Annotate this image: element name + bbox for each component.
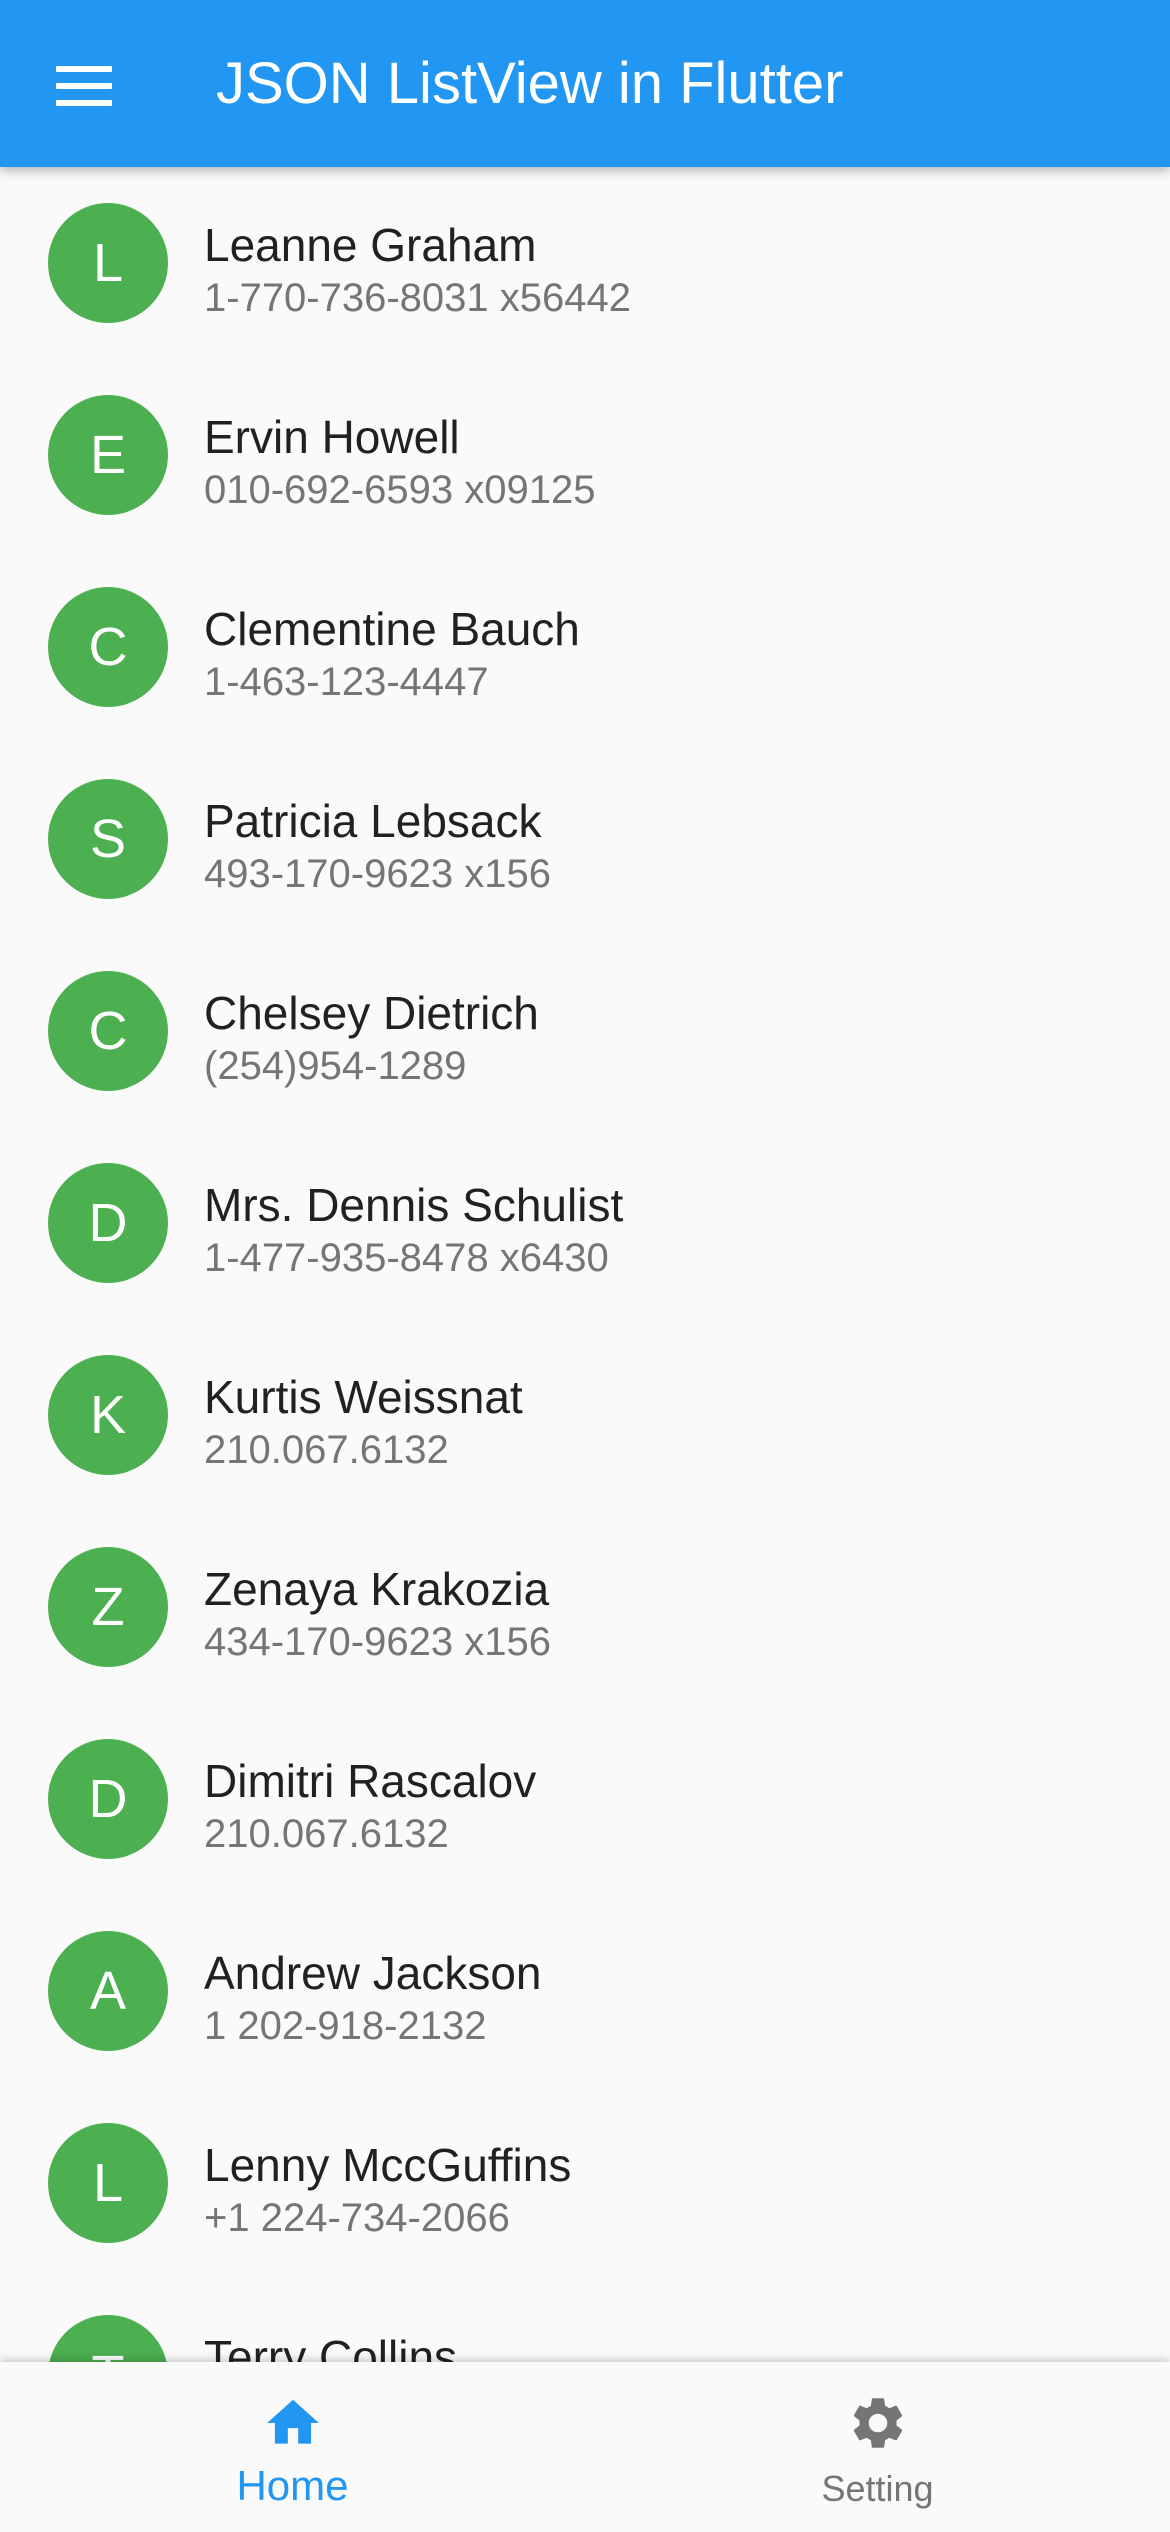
contact-phone: 010-692-6593 x09125 (204, 468, 596, 512)
avatar: C (48, 587, 168, 707)
nav-label-home: Home (236, 2462, 349, 2509)
list-item[interactable]: C Clementine Bauch 1-463-123-4447 (0, 551, 1170, 743)
bottom-navigation: Home Setting (0, 2362, 1170, 2532)
avatar: Z (48, 1547, 168, 1667)
contact-name: Andrew Jackson (204, 1947, 542, 1999)
contact-name: Leanne Graham (204, 219, 537, 271)
contact-name: Patricia Lebsack (204, 795, 542, 847)
avatar: A (48, 1931, 168, 2051)
nav-item-home[interactable]: Home (0, 2362, 585, 2532)
list-item[interactable]: D Dimitri Rascalov 210.067.6132 (0, 1703, 1170, 1895)
list-item[interactable]: L Leanne Graham 1-770-736-8031 x56442 (0, 167, 1170, 359)
avatar: D (48, 1739, 168, 1859)
avatar: L (48, 203, 168, 323)
contact-name: Mrs. Dennis Schulist (204, 1179, 624, 1231)
contact-name: Lenny MccGuffins (204, 2139, 572, 2191)
avatar: C (48, 971, 168, 1091)
avatar: D (48, 1163, 168, 1283)
contact-list[interactable]: L Leanne Graham 1-770-736-8031 x56442 E … (0, 167, 1170, 2362)
home-icon (267, 2399, 319, 2444)
nav-label-setting: Setting (821, 2468, 934, 2509)
contact-name: Zenaya Krakozia (204, 1563, 550, 1615)
contact-phone: 1-463-123-4447 (204, 660, 489, 704)
list-item[interactable]: A Andrew Jackson 1 202-918-2132 (0, 1895, 1170, 2087)
contact-phone: (254)954-1289 (204, 1044, 467, 1088)
list-item[interactable]: L Lenny MccGuffins +1 224-734-2066 (0, 2087, 1170, 2279)
avatar: S (48, 779, 168, 899)
contact-phone: 1-770-736-8031 x56442 (204, 276, 632, 320)
contact-phone: 493-170-9623 x156 (204, 852, 551, 896)
app-bar: JSON ListView in Flutter (0, 0, 1170, 167)
contact-phone: 1-477-935-8478 x6430 (204, 1236, 609, 1280)
avatar: K (48, 1355, 168, 1475)
contact-name: Dimitri Rascalov (204, 1755, 537, 1807)
nav-item-setting[interactable]: Setting (585, 2362, 1170, 2532)
contact-phone: 210.067.6132 (204, 1428, 449, 1472)
contact-phone: 210.067.6132 (204, 1812, 449, 1856)
list-item[interactable]: E Ervin Howell 010-692-6593 x09125 (0, 359, 1170, 551)
page-title: JSON ListView in Flutter (216, 51, 844, 116)
contact-name: Chelsey Dietrich (204, 987, 539, 1039)
contact-phone: 1 202-918-2132 (204, 2004, 487, 2048)
contact-name: Kurtis Weissnat (204, 1371, 523, 1423)
menu-icon[interactable] (56, 66, 112, 106)
avatar: L (48, 2123, 168, 2243)
contact-name: Clementine Bauch (204, 603, 580, 655)
list-item[interactable]: T Terry Collins (0, 2279, 1170, 2362)
list-item[interactable]: D Mrs. Dennis Schulist 1-477-935-8478 x6… (0, 1127, 1170, 1319)
gear-icon (853, 2398, 903, 2448)
avatar: T (48, 2315, 168, 2362)
contact-name: Ervin Howell (204, 411, 460, 463)
list-item[interactable]: Z Zenaya Krakozia 434-170-9623 x156 (0, 1511, 1170, 1703)
list-item[interactable]: C Chelsey Dietrich (254)954-1289 (0, 935, 1170, 1127)
contact-name: Terry Collins (204, 2331, 458, 2362)
list-item[interactable]: K Kurtis Weissnat 210.067.6132 (0, 1319, 1170, 1511)
contact-phone: 434-170-9623 x156 (204, 1620, 551, 1664)
list-item[interactable]: S Patricia Lebsack 493-170-9623 x156 (0, 743, 1170, 935)
contact-phone: +1 224-734-2066 (204, 2196, 510, 2240)
avatar: E (48, 395, 168, 515)
